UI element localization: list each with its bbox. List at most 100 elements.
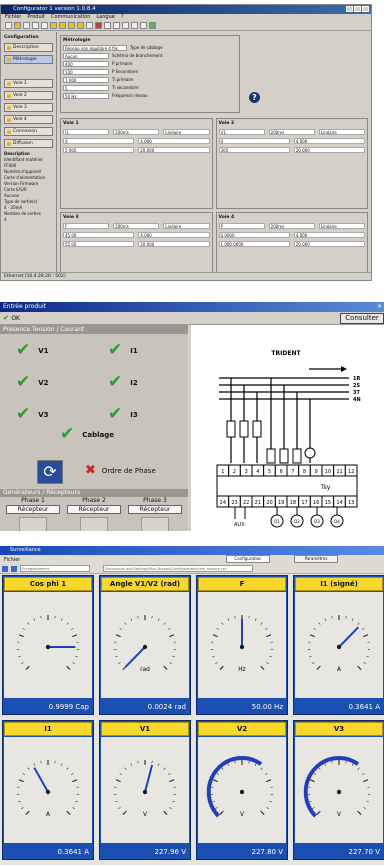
gauge-tick [71, 772, 74, 775]
write-icon[interactable] [113, 22, 120, 29]
frequence-field[interactable]: 50 Hz [63, 93, 109, 99]
phase-2-state[interactable]: Récepteur [67, 505, 121, 514]
sortie-min-field[interactable]: 4.000 [138, 138, 210, 144]
gauge-tick [119, 627, 122, 630]
print-icon[interactable] [32, 22, 39, 29]
mesure-min-field[interactable]: 0.0000 [218, 232, 290, 238]
menu-communication[interactable]: Communication [51, 14, 90, 21]
run-icon[interactable] [149, 22, 156, 29]
voie-3-button[interactable]: Voie 3 [4, 103, 53, 112]
temps-field[interactable]: 200ms [268, 223, 315, 229]
menu-langue[interactable]: Langue [96, 14, 114, 21]
tab-parametres[interactable]: Paramètres [294, 555, 338, 563]
tab-configuration[interactable]: Configuration [226, 555, 270, 563]
sortie-max-field[interactable]: 20.000 [138, 147, 210, 153]
schema-field[interactable]: Aucun [63, 53, 109, 59]
read-icon[interactable] [104, 22, 111, 29]
mesure-max-field[interactable]: 55.00 [63, 241, 135, 247]
connect-icon[interactable] [86, 22, 93, 29]
grandeur-field[interactable]: I1 [63, 129, 110, 135]
svg-text:O3: O3 [314, 519, 320, 524]
gauge-panel: I1 (signé) A 0.3641 A [293, 575, 384, 715]
record-combo[interactable]: Enregistrement [20, 565, 90, 572]
menu-produit[interactable]: Produit [27, 14, 45, 21]
help-icon[interactable]: ? [249, 92, 260, 103]
maximize-button[interactable] [354, 6, 361, 12]
sortie-max-field[interactable]: 20.000 [138, 241, 210, 247]
gauge-tick [309, 779, 315, 783]
close-button[interactable] [362, 6, 369, 12]
gauge-tick [60, 618, 63, 621]
p-secondaire-field[interactable]: 100 [63, 69, 109, 75]
fonction-field[interactable]: Linéaire [163, 129, 210, 135]
gauge-tick [18, 634, 24, 638]
consulter-button[interactable]: Consulter [340, 313, 384, 324]
channel-2-icon[interactable] [59, 22, 66, 29]
voie-1-button[interactable]: Voie 1 [4, 79, 53, 88]
temps-field[interactable]: 200ms [268, 129, 315, 135]
measure-icon[interactable] [122, 22, 129, 29]
voie-4-button[interactable]: Voie 4 [4, 115, 53, 124]
mesure-min-field[interactable]: 0 [218, 138, 290, 144]
play-icon[interactable] [2, 565, 8, 572]
menu-fichier[interactable]: Fichier [4, 557, 20, 563]
menu-help[interactable]: ? [121, 14, 124, 21]
diffusion-button[interactable]: Diffusion [4, 139, 53, 148]
refresh-icon[interactable] [41, 22, 48, 29]
open-icon[interactable] [14, 22, 21, 29]
mesure-max-field[interactable]: 5 000 [63, 147, 135, 153]
fonction-field[interactable]: Linéaire [163, 223, 210, 229]
mesure-max-field[interactable]: 300 [218, 147, 290, 153]
voie-2-button[interactable]: Voie 2 [4, 91, 53, 100]
refresh-button[interactable]: ⟳ [37, 460, 63, 484]
new-icon[interactable] [5, 22, 12, 29]
mesure-max-field[interactable]: 1 000.0000 [218, 241, 290, 247]
sortie-max-field[interactable]: 20.000 [293, 241, 365, 247]
grandeur-field[interactable]: V1 [218, 129, 265, 135]
temps-field[interactable]: 200ms [113, 223, 160, 229]
gauge-unit: Hz [238, 666, 245, 673]
svg-text:O4: O4 [334, 519, 340, 524]
sortie-min-field[interactable]: 4.000 [293, 232, 365, 238]
gauge-tick [266, 634, 272, 638]
i3-check: ✔ I3 [108, 404, 138, 424]
ok-button[interactable]: ✔ OK [3, 314, 20, 322]
gauge-tick [221, 767, 224, 770]
close-icon[interactable]: ✕ [377, 302, 382, 312]
p-primaire-field[interactable]: 400 [63, 61, 109, 67]
channel-3-icon[interactable] [68, 22, 75, 29]
disconnect-icon[interactable] [95, 22, 102, 29]
sortie-max-field[interactable]: 20.000 [293, 147, 365, 153]
gauge-tick [72, 779, 78, 783]
cablage-field[interactable]: Réseau non équilibré 4 fils [63, 45, 127, 51]
device-body [216, 475, 358, 497]
fonction-field[interactable]: Linéaire [318, 223, 366, 229]
file-path-field[interactable]: Documents and Settings\Mon Bureau\Config… [103, 565, 253, 572]
mesure-min-field[interactable]: 0 [63, 138, 135, 144]
terminal-number: 7 [291, 469, 294, 475]
sortie-min-field[interactable]: 4.000 [138, 232, 210, 238]
ti-secondaire-field[interactable]: 5 [63, 85, 109, 91]
channel-4-icon[interactable] [77, 22, 84, 29]
phase-1-state[interactable]: Récepteur [6, 505, 60, 514]
ti-primaire-field[interactable]: 1 000 [63, 77, 109, 83]
pause-icon[interactable] [11, 565, 17, 572]
description-button[interactable]: Description [4, 43, 53, 52]
grandeur-field[interactable]: P [218, 223, 265, 229]
fonction-field[interactable]: Linéaire [318, 129, 366, 135]
save-icon[interactable] [23, 22, 30, 29]
temps-field[interactable]: 200ms [113, 129, 160, 135]
gauge-tick [318, 767, 321, 770]
minimize-button[interactable] [346, 6, 353, 12]
metrologie-button[interactable]: Métrologie [4, 55, 53, 64]
menu-fichier[interactable]: Fichier [5, 14, 21, 21]
menu-bar: Fichier Configuration Paramètres [0, 555, 384, 564]
phase-3-state[interactable]: Récepteur [128, 505, 182, 514]
info-icon[interactable] [140, 22, 147, 29]
connexion-button[interactable]: Connexion [4, 127, 53, 136]
sortie-min-field[interactable]: 4.000 [293, 138, 365, 144]
channel-1-icon[interactable] [50, 22, 57, 29]
mesure-min-field[interactable]: 45.00 [63, 232, 135, 238]
grandeur-field[interactable]: F [63, 223, 110, 229]
settings-icon[interactable] [131, 22, 138, 29]
